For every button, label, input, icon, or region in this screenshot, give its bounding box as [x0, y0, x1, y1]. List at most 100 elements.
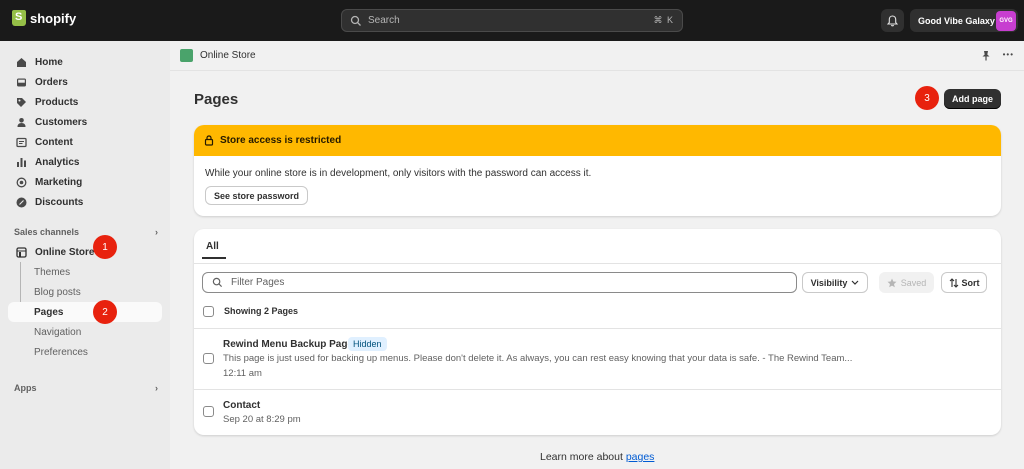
sidebar-item-label: Online Store [35, 246, 95, 258]
sidebar-item-content[interactable]: Content [8, 132, 162, 152]
sidebar-subitem-navigation[interactable]: Navigation [8, 322, 162, 342]
top-bar: shopify Search ⌘ K Good Vibe Galaxy GVG [0, 0, 1024, 41]
sidebar-item-discounts[interactable]: Discounts [8, 192, 162, 212]
tab-indicator [202, 257, 226, 259]
saved-label: Saved [900, 277, 927, 288]
sidebar-item-label: Content [35, 136, 73, 148]
tag-icon [16, 97, 27, 108]
sidebar-item-analytics[interactable]: Analytics [8, 152, 162, 172]
banner-header: Store access is restricted [194, 125, 1001, 156]
sidebar-subitem-preferences[interactable]: Preferences [8, 342, 162, 362]
sales-channels-heading[interactable]: Sales channels › [14, 227, 158, 237]
sidebar-item-home[interactable]: Home [8, 52, 162, 72]
chevron-right-icon: › [155, 383, 158, 393]
sort-button[interactable]: Sort [941, 272, 987, 293]
shopify-logo[interactable]: shopify [12, 10, 76, 26]
row-checkbox[interactable] [203, 406, 214, 417]
sidebar-subitem-blog-posts[interactable]: Blog posts [8, 282, 162, 302]
sidebar-item-customers[interactable]: Customers [8, 112, 162, 132]
pages-help-link[interactable]: pages [626, 451, 655, 463]
target-icon [16, 177, 27, 188]
sales-channels-label: Sales channels [14, 227, 80, 237]
brand-name: shopify [30, 10, 77, 26]
search-bar[interactable]: Search ⌘ K [341, 9, 683, 32]
apps-label: Apps [14, 383, 37, 393]
store-menu-button[interactable]: Good Vibe Galaxy GVG [910, 9, 1018, 32]
store-restricted-banner: Store access is restricted While your on… [194, 125, 1001, 216]
search-placeholder: Search [368, 15, 400, 26]
sidebar-item-label: Orders [35, 76, 68, 88]
page-title-link[interactable]: Contact [223, 400, 260, 411]
sidebar-item-label: Products [35, 96, 79, 108]
divider [194, 328, 1001, 329]
page-timestamp: 12:11 am [223, 368, 262, 379]
sidebar-item-label: Discounts [35, 196, 84, 208]
footer-text: Learn more about [540, 451, 626, 463]
online-store-icon [180, 49, 193, 62]
discount-icon [16, 197, 27, 208]
tab-all[interactable]: All [206, 241, 219, 252]
sidebar-subitem-label: Blog posts [34, 286, 81, 298]
page-timestamp: Sep 20 at 8:29 pm [223, 414, 301, 425]
sidebar-subitem-label: Themes [34, 266, 71, 278]
sidebar-item-orders[interactable]: Orders [8, 72, 162, 92]
sidebar-subitem-label: Navigation [34, 326, 82, 338]
shopify-bag-icon [12, 10, 26, 26]
step-badge-1: 1 [93, 235, 117, 259]
select-all-checkbox[interactable] [203, 306, 214, 317]
row-checkbox[interactable] [203, 353, 214, 364]
star-icon [887, 278, 897, 287]
content-icon [16, 137, 27, 148]
person-icon [16, 117, 27, 128]
banner-text: While your online store is in developmen… [205, 168, 592, 179]
sidebar-item-online-store[interactable]: Online Store [8, 242, 162, 262]
sidebar-subitem-label: Preferences [34, 346, 88, 358]
showing-count: Showing 2 Pages [224, 306, 299, 316]
sidebar-item-marketing[interactable]: Marketing [8, 172, 162, 192]
store-icon [16, 246, 27, 258]
divider [194, 263, 1001, 264]
sort-label: Sort [961, 277, 980, 288]
avatar: GVG [996, 10, 1016, 31]
breadcrumb: Online Store ••• [170, 41, 1024, 71]
breadcrumb-label[interactable]: Online Store [200, 50, 256, 61]
visibility-dropdown[interactable]: Visibility [802, 272, 868, 293]
sidebar-subitem-label: Pages [34, 306, 64, 318]
step-badge-3: 3 [915, 86, 939, 110]
chevron-down-icon [851, 280, 859, 285]
more-icon[interactable]: ••• [1003, 50, 1014, 61]
search-shortcut: ⌘ K [653, 15, 674, 25]
filter-placeholder: Filter Pages [231, 277, 285, 288]
search-icon [350, 15, 361, 26]
divider [194, 389, 1001, 390]
banner-title: Store access is restricted [220, 135, 342, 146]
store-name: Good Vibe Galaxy [918, 15, 995, 26]
see-store-password-button[interactable]: See store password [205, 186, 309, 205]
pin-icon[interactable] [981, 50, 991, 61]
bar-chart-icon [16, 157, 27, 168]
notifications-button[interactable] [881, 9, 904, 32]
sidebar-item-label: Analytics [35, 156, 80, 168]
sidebar: Home Orders Products Customers Content A… [0, 41, 170, 469]
sidebar-item-products[interactable]: Products [8, 92, 162, 112]
status-badge: Hidden [348, 337, 387, 351]
bell-icon [887, 14, 898, 26]
step-badge-2: 2 [93, 300, 117, 324]
sidebar-item-label: Customers [35, 116, 88, 128]
visibility-label: Visibility [810, 277, 848, 288]
sidebar-subitem-themes[interactable]: Themes [8, 262, 162, 282]
pages-list-card: All Filter Pages Visibility Saved Sort S… [194, 229, 1001, 435]
inbox-icon [16, 77, 27, 88]
page-title-link[interactable]: Rewind Menu Backup Page [223, 339, 353, 350]
add-page-button[interactable]: Add page [944, 89, 1001, 109]
page-title: Pages [194, 91, 239, 108]
page-description: This page is just used for backing up me… [223, 353, 853, 364]
lock-icon [204, 135, 214, 146]
sidebar-item-label: Home [35, 56, 63, 68]
saved-button[interactable]: Saved [879, 272, 934, 293]
search-icon [212, 277, 223, 288]
home-icon [16, 57, 27, 68]
sidebar-subitem-pages[interactable]: Pages [8, 302, 162, 322]
apps-heading[interactable]: Apps › [14, 383, 158, 393]
filter-pages-input[interactable]: Filter Pages [202, 272, 797, 293]
